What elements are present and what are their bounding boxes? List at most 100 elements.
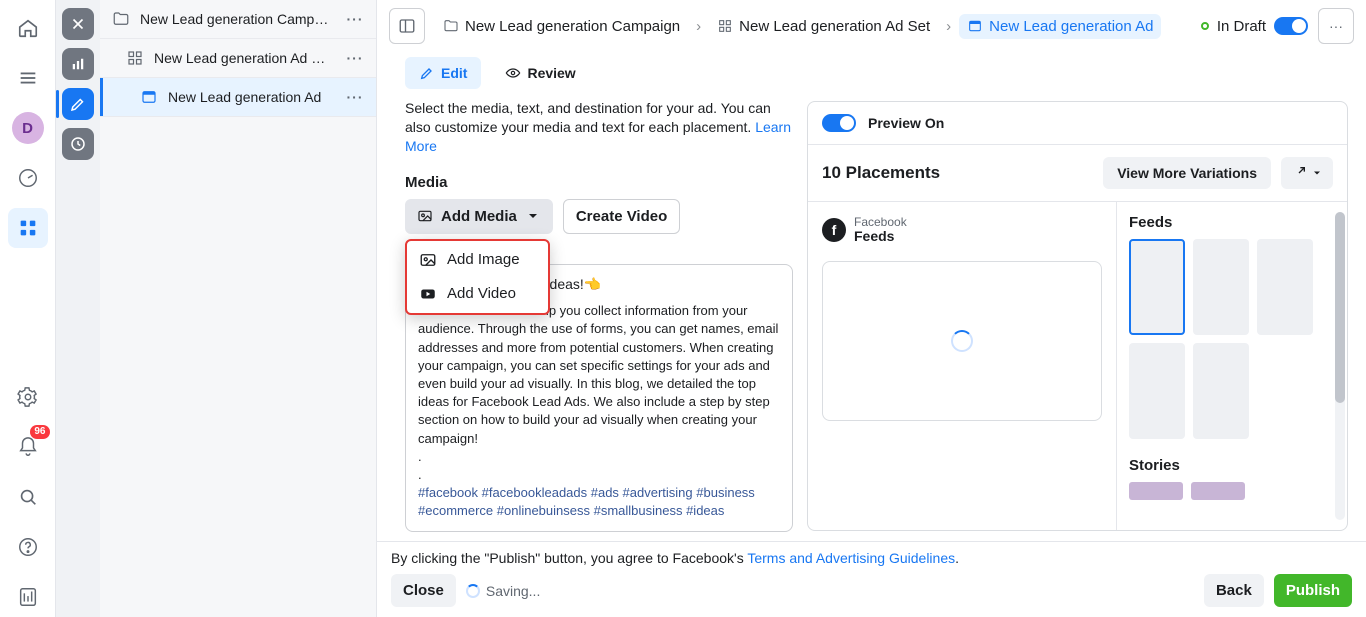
editor-tabs: Edit Review	[405, 53, 793, 99]
placements-bar: 10 Placements View More Variations	[808, 145, 1347, 202]
crumb-ad-label: New Lead generation Ad	[989, 18, 1153, 35]
expand-icon	[1291, 165, 1307, 181]
scrollbar[interactable]	[1335, 212, 1345, 520]
crumb-adset-label: New Lead generation Ad Set	[739, 18, 930, 35]
video-icon	[419, 285, 437, 303]
placement-thumb[interactable]	[1129, 343, 1185, 439]
topbar: New Lead generation Campaign › New Lead …	[377, 0, 1366, 53]
preview-pane: Preview On 10 Placements View More Varia…	[807, 53, 1366, 541]
crumb-campaign-label: New Lead generation Campaign	[465, 18, 680, 35]
spinner-icon	[466, 584, 480, 598]
placement-thumb[interactable]	[1193, 343, 1249, 439]
crumb-adset[interactable]: New Lead generation Ad Set	[709, 14, 938, 39]
pencil-icon	[419, 65, 435, 81]
footer: By clicking the "Publish" button, you ag…	[377, 541, 1366, 617]
create-video-button[interactable]: Create Video	[563, 199, 680, 234]
device-frame	[822, 261, 1102, 421]
tree-campaign[interactable]: New Lead generation Campaign ···	[100, 0, 376, 39]
nav-home[interactable]	[8, 8, 48, 48]
chevron-right-icon: ›	[946, 18, 951, 35]
tree-ad-label: New Lead generation Ad	[168, 89, 332, 105]
nav-avatar[interactable]: D	[8, 108, 48, 148]
preview-toggle[interactable]	[822, 114, 856, 132]
nav-settings[interactable]	[8, 377, 48, 417]
tree-ad-more[interactable]: ···	[342, 89, 368, 105]
legal-prefix: By clicking the "Publish" button, you ag…	[391, 550, 747, 566]
caret-down-icon	[525, 208, 541, 224]
view-more-variations[interactable]: View More Variations	[1103, 157, 1271, 189]
tree-ad[interactable]: New Lead generation Ad ···	[100, 78, 376, 117]
main-panel: New Lead generation Campaign › New Lead …	[377, 0, 1366, 617]
add-image-label: Add Image	[447, 251, 520, 268]
image-icon	[417, 208, 433, 224]
folder-icon	[443, 18, 459, 34]
creative-intro-text: Select the media, text, and destination …	[405, 100, 771, 135]
crumb-ad[interactable]: New Lead generation Ad	[959, 14, 1161, 39]
nav-notifications[interactable]: 96	[8, 427, 48, 467]
mode-history[interactable]	[62, 128, 94, 160]
placement-thumb[interactable]	[1129, 239, 1185, 335]
tree-adset-label: New Lead generation Ad Set	[154, 50, 332, 66]
placements-count: 10 Placements	[822, 163, 1093, 183]
placement-thumb[interactable]	[1193, 239, 1249, 335]
creative-settings-pane: Edit Review Select the media, text, and …	[377, 53, 807, 541]
loading-spinner-icon	[951, 330, 973, 352]
tree-campaign-more[interactable]: ···	[342, 11, 368, 27]
tree-campaign-label: New Lead generation Campaign	[140, 11, 332, 27]
tab-edit[interactable]: Edit	[405, 57, 481, 89]
nav-help[interactable]	[8, 527, 48, 567]
primary-text-hashtags: #facebook #facebookleadads #ads #adverti…	[418, 484, 780, 520]
placement-thumb[interactable]	[1191, 482, 1245, 500]
mode-close[interactable]	[62, 8, 94, 40]
placement-thumb[interactable]	[1129, 482, 1183, 500]
notif-badge: 96	[30, 425, 49, 439]
status-dot-icon	[1201, 22, 1209, 30]
topbar-more[interactable]: ···	[1318, 8, 1354, 44]
global-nav-rail: D 96	[0, 0, 56, 617]
toggle-side-panel[interactable]	[389, 8, 425, 44]
pointing-emoji-icon: 👈	[584, 276, 601, 292]
tab-review-label: Review	[527, 65, 575, 81]
mode-chart[interactable]	[62, 48, 94, 80]
folder-icon	[112, 10, 130, 28]
nav-gauge[interactable]	[8, 158, 48, 198]
add-media-dropdown: Add Image Add Video	[405, 239, 550, 315]
caret-down-icon	[1311, 167, 1323, 179]
terms-link[interactable]: Terms and Advertising Guidelines	[747, 550, 955, 566]
status-toggle[interactable]	[1274, 17, 1308, 35]
nav-menu[interactable]	[8, 58, 48, 98]
tree-adset[interactable]: New Lead generation Ad Set ···	[100, 39, 376, 78]
stories-heading: Stories	[1129, 457, 1335, 474]
ad-icon	[967, 18, 983, 34]
eye-icon	[505, 65, 521, 81]
structure-tree: New Lead generation Campaign ··· New Lea…	[100, 0, 377, 617]
ad-icon	[140, 88, 158, 106]
back-button[interactable]: Back	[1204, 574, 1264, 607]
feeds-heading: Feeds	[1129, 214, 1335, 231]
add-media-button[interactable]: Add Media	[405, 199, 553, 234]
expand-preview[interactable]	[1281, 157, 1333, 189]
media-label: Media	[405, 174, 793, 191]
nav-reports[interactable]	[8, 577, 48, 617]
placement-thumb[interactable]	[1257, 239, 1313, 335]
publish-button[interactable]: Publish	[1274, 574, 1352, 607]
saving-indicator: Saving...	[466, 583, 540, 599]
tree-adset-more[interactable]: ···	[342, 50, 368, 66]
tab-review[interactable]: Review	[491, 57, 589, 89]
nav-search[interactable]	[8, 477, 48, 517]
image-icon	[419, 251, 437, 269]
create-video-label: Create Video	[576, 208, 667, 225]
creative-intro: Select the media, text, and destination …	[405, 99, 793, 156]
close-button[interactable]: Close	[391, 574, 456, 607]
tab-edit-label: Edit	[441, 65, 467, 81]
crumb-campaign[interactable]: New Lead generation Campaign	[435, 14, 688, 39]
preview-toggle-bar: Preview On	[808, 102, 1347, 145]
preview-toggle-label: Preview On	[868, 115, 944, 131]
grid-icon	[717, 18, 733, 34]
add-image-item[interactable]: Add Image	[407, 243, 548, 277]
add-video-item[interactable]: Add Video	[407, 277, 548, 311]
breadcrumbs: New Lead generation Campaign › New Lead …	[435, 14, 1191, 39]
nav-ads-manager[interactable]	[8, 208, 48, 248]
legal-text: By clicking the "Publish" button, you ag…	[391, 550, 1352, 566]
mode-edit[interactable]	[62, 88, 94, 120]
